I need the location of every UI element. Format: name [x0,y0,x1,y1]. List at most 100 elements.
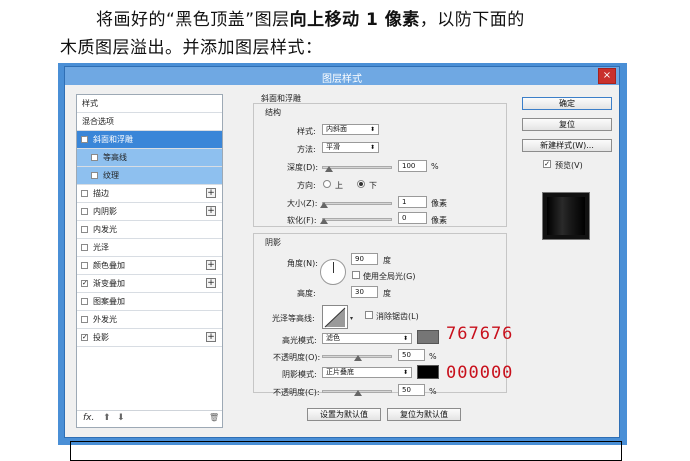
styles-item-gradient-overlay[interactable]: ✓ 渐变叠加 + [77,275,222,293]
reset-button[interactable]: 复位 [522,118,612,131]
close-icon[interactable]: × [598,68,616,84]
make-default-button[interactable]: 设置为默认值 [307,408,381,421]
soften-label: 软化(F): [287,216,317,225]
soften-slider-thumb[interactable] [320,218,328,224]
angle-unit: 度 [383,256,391,265]
move-up-icon[interactable]: ⬆ [103,413,111,423]
angle-dial-needle [333,262,334,273]
shadow-opacity-input[interactable]: 50 [398,384,425,396]
inner-shadow-add-icon[interactable]: + [206,206,216,216]
soften-input[interactable]: 0 [398,212,427,224]
stroke-add-icon[interactable]: + [206,188,216,198]
depth-label: 深度(D): [287,163,319,172]
shadow-opacity-thumb[interactable] [354,390,362,396]
direction-down-label: 下 [369,181,377,190]
styles-item-outer-glow[interactable]: 外发光 [77,311,222,329]
styles-list: 样式 混合选项 ✓ 斜面和浮雕 等高线 纹理 描边 + 内阴影 + 内发光 光泽 颜色… [76,94,223,428]
bevel-checkbox[interactable]: ✓ [81,136,88,143]
caption-bold: 向上移动 1 像素 [289,10,420,30]
satin-checkbox[interactable] [81,244,88,251]
direction-up-radio[interactable] [323,180,331,188]
styles-list-footer: fx. ⬆ ⬇ 🗑 [77,410,222,427]
shadow-mode-label: 阴影模式: [282,370,317,379]
trash-icon[interactable]: 🗑 [209,413,219,422]
instruction-caption: 将画好的“黑色顶盖”图层向上移动 1 像素，以防下面的 木质图层溢出。并添加图层… [60,6,640,62]
texture-checkbox[interactable] [91,172,98,179]
angle-dial[interactable] [320,259,346,285]
highlight-opacity-slider[interactable] [322,355,392,361]
styles-item-texture[interactable]: 纹理 [77,167,222,185]
size-slider-thumb[interactable] [320,202,328,208]
move-down-icon[interactable]: ⬇ [117,413,125,423]
chevron-updown-icon: ⬍ [402,369,408,376]
styles-item-inner-shadow[interactable]: 内阴影 + [77,203,222,221]
depth-input[interactable]: 100 [398,160,427,172]
direction-label: 方向: [297,181,316,190]
color-overlay-add-icon[interactable]: + [206,260,216,270]
fx-icon[interactable]: fx. [83,413,94,423]
antialias-label: 消除锯齿(L) [376,312,419,321]
shadow-mode-select[interactable]: 正片叠底 ⬍ [322,367,412,378]
dialog-title: 图层样式 [322,74,362,85]
pattern-overlay-checkbox[interactable] [81,298,88,305]
gradient-overlay-add-icon[interactable]: + [206,278,216,288]
global-light-checkbox[interactable] [352,271,360,279]
styles-item-bevel[interactable]: ✓ 斜面和浮雕 [77,131,222,149]
dialog-titlebar: 图层样式 × [65,67,619,85]
styles-item-color-overlay[interactable]: 颜色叠加 + [77,257,222,275]
shadow-hex-annotation: 000000 [446,363,514,383]
drop-shadow-checkbox[interactable]: ✓ [81,334,88,341]
technique-label: 方法: [297,145,316,154]
caption-part1: 将画好的“黑色顶盖”图层 [96,10,290,30]
styles-item-pattern-overlay[interactable]: 图案叠加 [77,293,222,311]
gloss-contour-label: 光泽等高线: [272,314,315,323]
preview-checkbox[interactable]: ✓ [543,160,551,168]
angle-input[interactable]: 90 [351,253,378,265]
gloss-contour-preview[interactable] [322,305,348,329]
styles-item-satin[interactable]: 光泽 [77,239,222,257]
altitude-input[interactable]: 30 [351,286,378,298]
depth-slider-thumb[interactable] [324,166,333,172]
new-style-button[interactable]: 新建样式(W)... [522,139,612,152]
direction-down-radio[interactable] [357,180,365,188]
size-slider[interactable] [320,202,392,208]
shadow-opacity-unit: % [429,387,437,396]
highlight-mode-select[interactable]: 滤色 ⬍ [322,333,412,344]
drop-shadow-add-icon[interactable]: + [206,332,216,342]
reset-default-button[interactable]: 复位为默认值 [387,408,461,421]
shadow-opacity-slider[interactable] [322,390,392,396]
style-select[interactable]: 内斜面 ⬍ [322,124,379,135]
chevron-updown-icon: ⬍ [402,335,408,342]
altitude-unit: 度 [383,289,391,298]
styles-item-inner-glow[interactable]: 内发光 [77,221,222,239]
highlight-opacity-input[interactable]: 50 [398,349,425,361]
highlight-opacity-thumb[interactable] [354,355,362,361]
antialias-checkbox[interactable] [365,311,373,319]
size-unit: 像素 [431,199,447,208]
outer-glow-checkbox[interactable] [81,316,88,323]
preview-label: 预览(V) [555,161,583,170]
contour-checkbox[interactable] [91,154,98,161]
caption-line2: 木质图层溢出。并添加图层样式： [60,38,323,58]
ok-button[interactable]: 确定 [522,97,612,110]
soften-slider[interactable] [320,218,392,224]
color-overlay-checkbox[interactable] [81,262,88,269]
shadow-color-swatch[interactable] [417,365,439,379]
angle-label: 角度(N): [287,259,318,268]
highlight-color-swatch[interactable] [417,330,439,344]
inner-shadow-checkbox[interactable] [81,208,88,215]
style-preview-thumbnail [542,192,590,240]
styles-item-styles[interactable]: 样式 [77,95,222,113]
styles-item-stroke[interactable]: 描边 + [77,185,222,203]
stroke-checkbox[interactable] [81,190,88,197]
contour-dropdown-icon[interactable]: ▾ [350,315,353,322]
size-input[interactable]: 1 [398,196,427,208]
technique-select[interactable]: 平滑 ⬍ [322,142,379,153]
inner-glow-checkbox[interactable] [81,226,88,233]
caption-part2: ，以防下面的 [419,10,525,30]
styles-item-drop-shadow[interactable]: ✓ 投影 + [77,329,222,347]
gradient-overlay-checkbox[interactable]: ✓ [81,280,88,287]
depth-slider[interactable] [322,166,392,172]
styles-item-contour[interactable]: 等高线 [77,149,222,167]
styles-item-blending[interactable]: 混合选项 [77,113,222,131]
